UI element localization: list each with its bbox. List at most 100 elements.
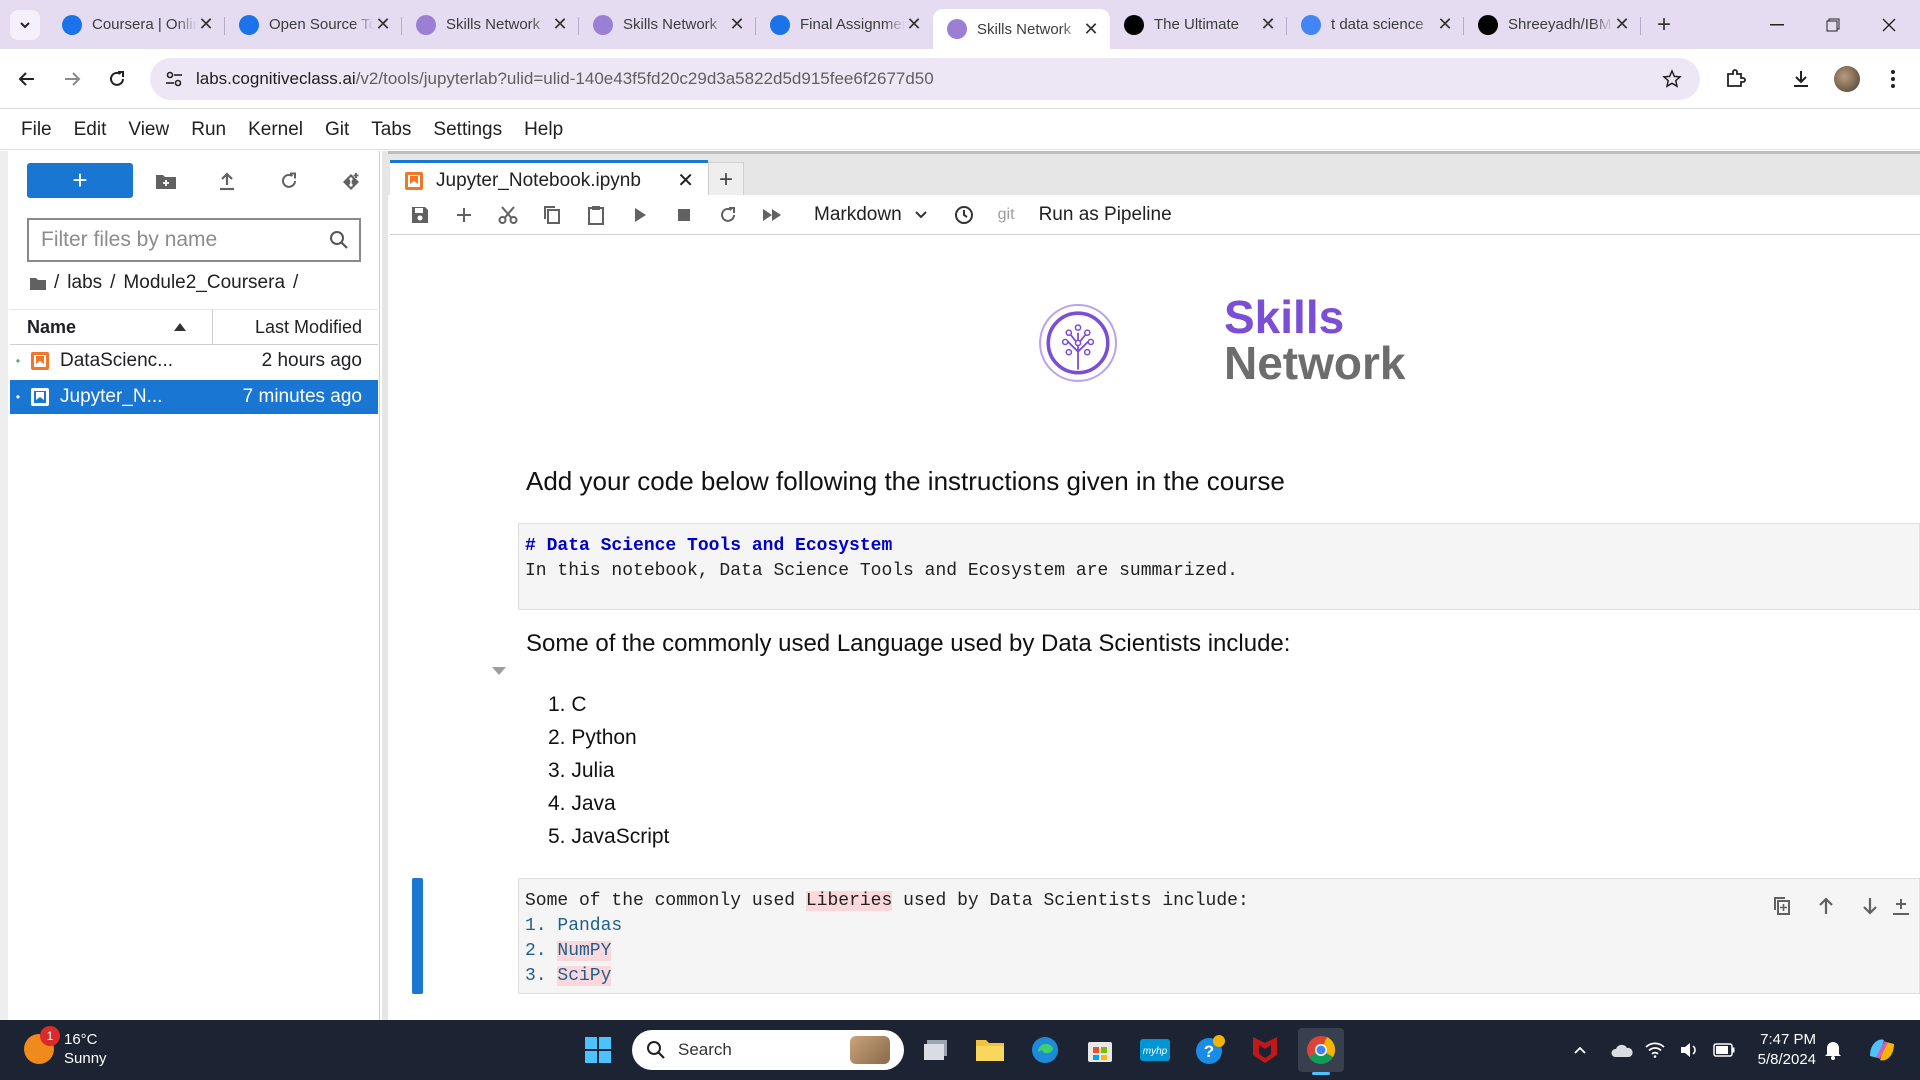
close-tab-icon[interactable]: ✕ — [905, 14, 923, 35]
filter-input-field[interactable] — [41, 228, 321, 252]
close-tab-icon[interactable]: ✕ — [728, 14, 746, 35]
file-row[interactable]: • DataScienc... 2 hours ago — [10, 344, 378, 378]
insert-cell-button[interactable] — [442, 195, 486, 235]
reload-button[interactable] — [100, 62, 134, 96]
store-button[interactable] — [1080, 1030, 1120, 1070]
notebook-heading[interactable]: Add your code below following the instru… — [526, 466, 1285, 497]
browser-tab[interactable]: Final Assignment ✕ — [756, 7, 933, 43]
copilot-button[interactable] — [1862, 1030, 1902, 1070]
browser-tab[interactable]: Shreeyadh/IBM ✕ — [1464, 7, 1641, 43]
file-explorer-button[interactable] — [970, 1030, 1010, 1070]
menu-tabs[interactable]: Tabs — [360, 119, 422, 141]
modified-column-header[interactable]: Last Modified — [213, 317, 378, 338]
close-tab-icon[interactable]: ✕ — [1613, 14, 1631, 35]
folder-icon[interactable] — [30, 277, 46, 290]
close-window-button[interactable] — [1861, 0, 1917, 49]
refresh-files-button[interactable] — [273, 165, 305, 197]
tab-search-button[interactable] — [10, 9, 40, 40]
extensions-button[interactable] — [1718, 62, 1752, 96]
paste-button[interactable] — [574, 195, 618, 235]
browser-tab[interactable]: Open Source Tools✕ — [225, 7, 402, 43]
browser-tab[interactable]: Coursera | Online✕ — [48, 7, 225, 43]
git-clone-button[interactable] — [335, 165, 367, 197]
save-button[interactable] — [398, 195, 442, 235]
insert-below-button[interactable] — [1892, 888, 1920, 924]
close-tab-icon[interactable]: ✕ — [374, 14, 392, 35]
new-tab-button[interactable]: + — [1649, 11, 1679, 39]
restart-kernel-button[interactable] — [706, 195, 750, 235]
close-tab-icon[interactable]: ✕ — [1436, 14, 1454, 35]
restart-run-all-button[interactable] — [750, 195, 794, 235]
notifications-button[interactable] — [1816, 1030, 1850, 1070]
language-item: 1. C — [548, 693, 587, 716]
close-tab-button[interactable]: ✕ — [677, 168, 694, 193]
new-launcher-button[interactable]: + — [27, 163, 133, 198]
interrupt-kernel-button[interactable] — [662, 195, 706, 235]
menu-edit[interactable]: Edit — [63, 119, 118, 141]
onedrive-tray[interactable] — [1605, 1030, 1639, 1070]
markdown-cell-editing[interactable]: # Data Science Tools and Ecosystem In th… — [518, 523, 1920, 610]
browser-tab[interactable]: Skills Network ✕ — [933, 9, 1110, 49]
weather-widget[interactable]: 1 16°C Sunny — [24, 1026, 107, 1068]
close-tab-icon[interactable]: ✕ — [551, 14, 569, 35]
menu-settings[interactable]: Settings — [422, 119, 513, 141]
new-notebook-tab-button[interactable]: + — [708, 162, 744, 198]
profile-avatar[interactable] — [1830, 62, 1864, 96]
menu-file[interactable]: File — [10, 119, 63, 141]
collapse-caret-icon[interactable] — [490, 665, 508, 677]
git-label[interactable]: git — [998, 206, 1015, 224]
minimize-button[interactable] — [1749, 0, 1805, 49]
copy-button[interactable] — [530, 195, 574, 235]
site-settings-icon — [166, 71, 182, 87]
restore-button[interactable] — [1805, 0, 1861, 49]
start-button[interactable] — [578, 1030, 618, 1070]
star-icon[interactable] — [1662, 69, 1682, 89]
downloads-button[interactable] — [1784, 62, 1818, 96]
menu-run[interactable]: Run — [180, 119, 237, 141]
chrome-menu-button[interactable] — [1876, 62, 1910, 96]
browser-tab[interactable]: t data science ✕ — [1287, 7, 1464, 43]
breadcrumb-labs[interactable]: labs — [67, 272, 102, 294]
new-folder-button[interactable] — [150, 165, 182, 197]
omnibox[interactable]: labs.cognitiveclass.ai/v2/tools/jupyterl… — [150, 58, 1700, 100]
edge-button[interactable] — [1025, 1030, 1065, 1070]
cut-button[interactable] — [486, 195, 530, 235]
close-tab-icon[interactable]: ✕ — [1259, 14, 1277, 35]
kernel-history-button[interactable] — [942, 195, 986, 235]
languages-intro[interactable]: Some of the commonly used Language used … — [526, 630, 1290, 658]
back-button[interactable] — [10, 62, 44, 96]
filter-files-input[interactable] — [27, 218, 361, 262]
show-hidden-icons-button[interactable] — [1565, 1030, 1595, 1070]
chrome-button[interactable] — [1298, 1028, 1344, 1075]
run-as-pipeline-button[interactable]: Run as Pipeline — [1039, 204, 1172, 226]
move-down-button[interactable] — [1852, 888, 1888, 924]
browser-tab[interactable]: The Ultimate ✕ — [1110, 7, 1287, 43]
move-up-button[interactable] — [1808, 888, 1844, 924]
browser-tab[interactable]: Skills Network ✕ — [579, 7, 756, 43]
system-tray[interactable] — [1645, 1030, 1735, 1070]
forward-button[interactable] — [55, 62, 89, 96]
taskbar-search[interactable]: Search — [632, 1030, 904, 1070]
name-column-header[interactable]: Name — [10, 310, 213, 344]
myhp-button[interactable]: myhp — [1135, 1030, 1175, 1070]
close-tab-icon[interactable]: ✕ — [1082, 19, 1100, 40]
mcafee-button[interactable] — [1245, 1030, 1285, 1070]
close-tab-icon[interactable]: ✕ — [197, 14, 215, 35]
file-modified: 2 hours ago — [261, 350, 362, 371]
menu-git[interactable]: Git — [314, 119, 360, 141]
task-view-button[interactable] — [916, 1030, 956, 1070]
active-markdown-cell[interactable]: Some of the commonly used Liberies used … — [518, 878, 1920, 994]
cell-type-select[interactable]: Markdown — [814, 204, 928, 226]
run-cell-button[interactable] — [618, 195, 662, 235]
notebook-tab[interactable]: Jupyter_Notebook.ipynb ✕ — [390, 160, 708, 198]
browser-tab[interactable]: Skills Network ✕ — [402, 7, 579, 43]
upload-button[interactable] — [211, 165, 243, 197]
help-app-button[interactable]: ? — [1190, 1030, 1230, 1070]
menu-help[interactable]: Help — [513, 119, 574, 141]
breadcrumb-module2[interactable]: Module2_Coursera — [123, 272, 285, 294]
menu-view[interactable]: View — [117, 119, 180, 141]
file-row[interactable]: • Jupyter_N... 7 minutes ago — [10, 380, 378, 414]
menu-kernel[interactable]: Kernel — [237, 119, 314, 141]
duplicate-cell-button[interactable] — [1764, 888, 1800, 924]
clock[interactable]: 7:47 PM 5/8/2024 — [1758, 1030, 1816, 1070]
